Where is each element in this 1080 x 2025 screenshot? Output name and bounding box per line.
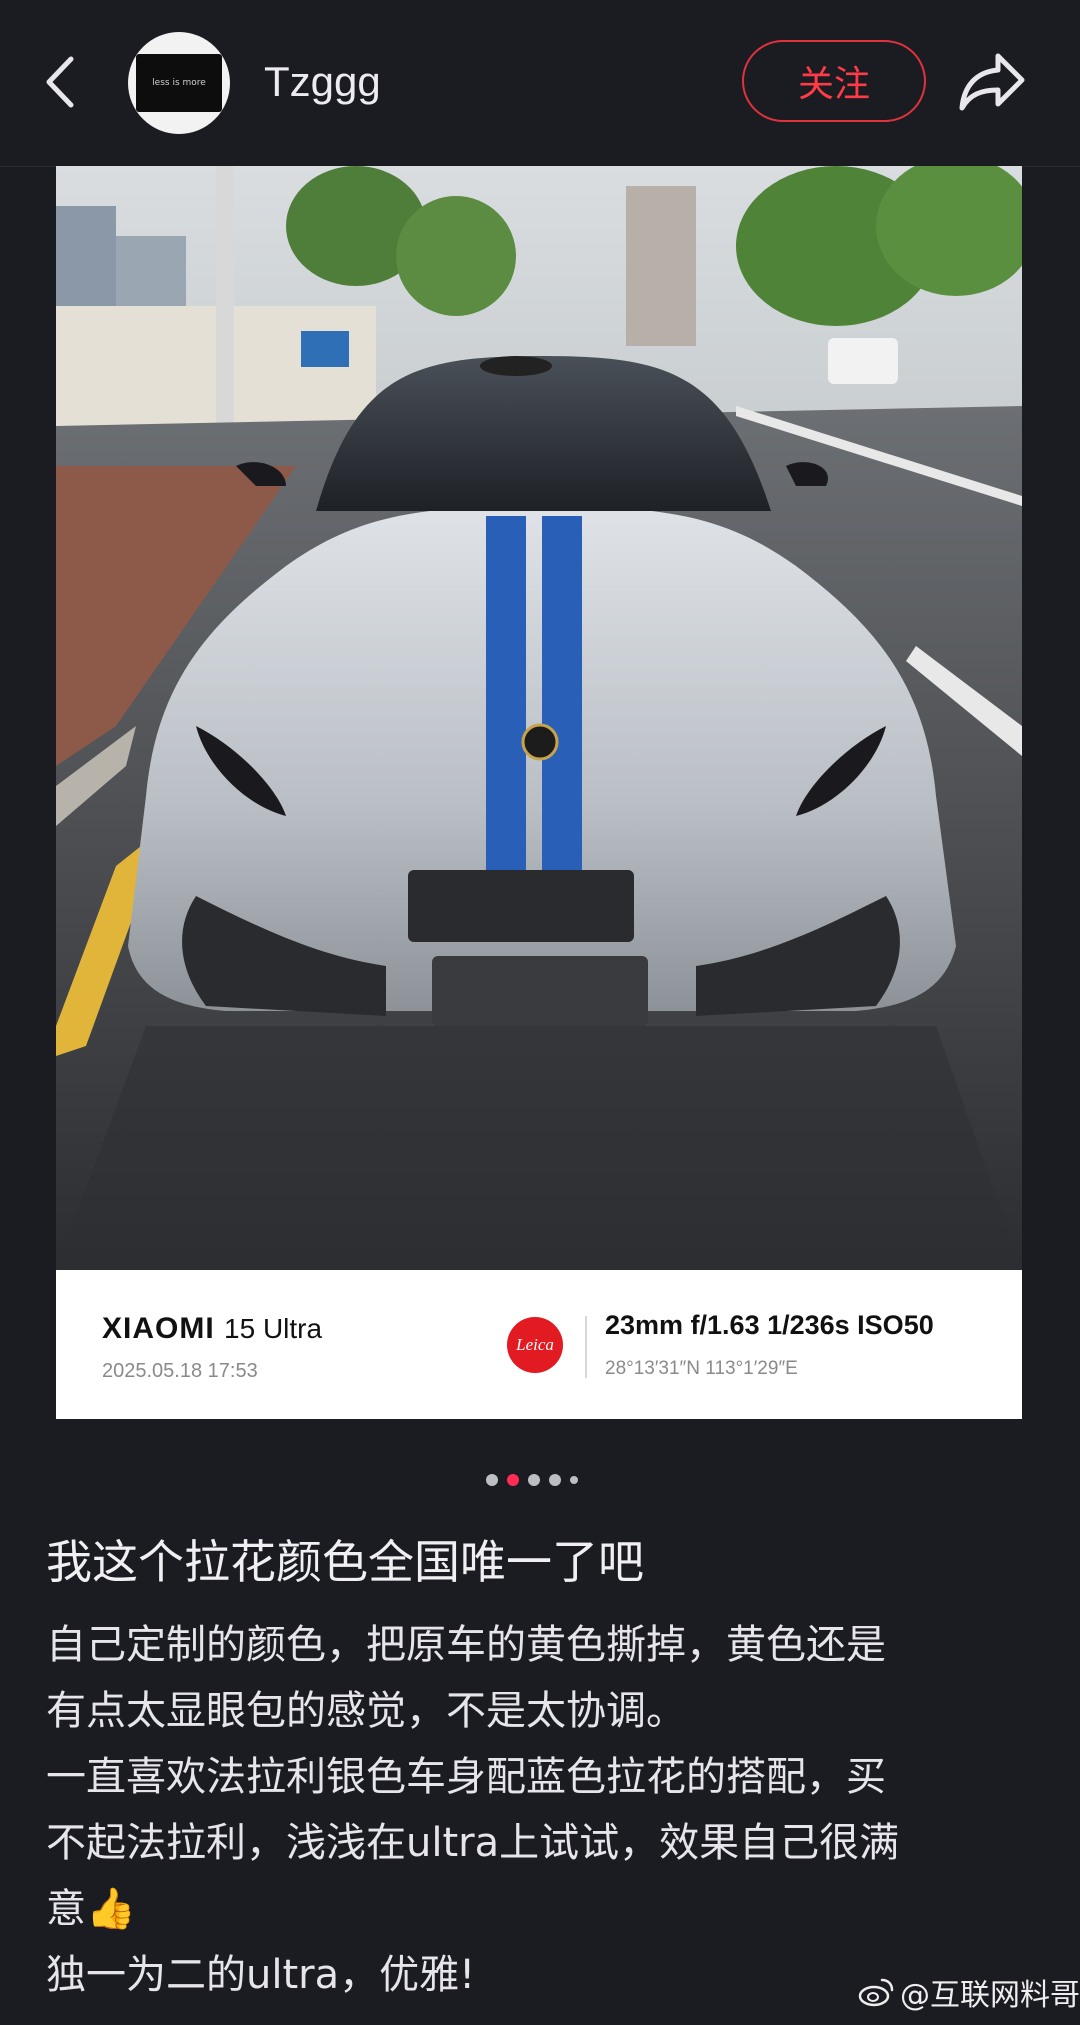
- credit-text: @互联网料哥: [900, 1978, 1080, 2013]
- watermark-exif: 23mm f/1.63 1/236s ISO50: [605, 1310, 934, 1340]
- source-credit: @互联网料哥: [858, 1970, 1080, 2014]
- watermark-datetime: 2025.05.18 17:53: [102, 1360, 258, 1382]
- post-body: 自己定制的颜色，把原车的黄色撕掉，黄色还是 有点太显眼包的感觉，不是太协调。 一…: [46, 1612, 1046, 2008]
- carousel-dot[interactable]: [486, 1474, 498, 1486]
- leica-logo: Leica: [507, 1317, 563, 1373]
- post-line: 有点太显眼包的感觉，不是太协调。: [46, 1688, 686, 1734]
- avatar[interactable]: less is more: [128, 32, 230, 134]
- post-line: 一直喜欢法拉利银色车身配蓝色拉花的搭配，买: [46, 1754, 886, 1800]
- carousel-dot[interactable]: [570, 1476, 578, 1484]
- post-line: 意👍: [46, 1886, 136, 1932]
- watermark-divider: [585, 1316, 587, 1378]
- post-line: 不起法拉利，浅浅在ultra上试试，效果自己很满: [46, 1820, 900, 1866]
- top-bar: less is more Tzggg 关注: [0, 0, 1080, 167]
- follow-button[interactable]: 关注: [742, 40, 926, 122]
- watermark-gps: 28°13′31″N 113°1′29″E: [605, 1358, 798, 1379]
- avatar-text: less is more: [136, 54, 222, 112]
- post-line: 自己定制的颜色，把原车的黄色撕掉，黄色还是: [46, 1622, 886, 1668]
- carousel-dot[interactable]: [528, 1474, 540, 1486]
- chevron-left-icon: [46, 56, 74, 108]
- weibo-icon: [858, 1978, 894, 2007]
- share-button[interactable]: [958, 50, 1028, 114]
- car-photo: [56, 166, 1022, 1270]
- carousel-dot-active[interactable]: [507, 1474, 519, 1486]
- carousel-dot[interactable]: [549, 1474, 561, 1486]
- share-arrow-icon: [959, 53, 1025, 111]
- watermark-brand: XIAOMI 15 Ultra: [102, 1312, 323, 1345]
- carousel-indicator[interactable]: [486, 1473, 578, 1487]
- back-button[interactable]: [38, 50, 82, 114]
- camera-watermark: XIAOMI 15 Ultra 2025.05.18 17:53 Leica 2…: [56, 1270, 1022, 1419]
- username[interactable]: Tzggg: [264, 58, 381, 106]
- post-photo-card[interactable]: XIAOMI 15 Ultra 2025.05.18 17:53 Leica 2…: [56, 166, 1022, 1419]
- post-title: 我这个拉花颜色全国唯一了吧: [46, 1535, 644, 1589]
